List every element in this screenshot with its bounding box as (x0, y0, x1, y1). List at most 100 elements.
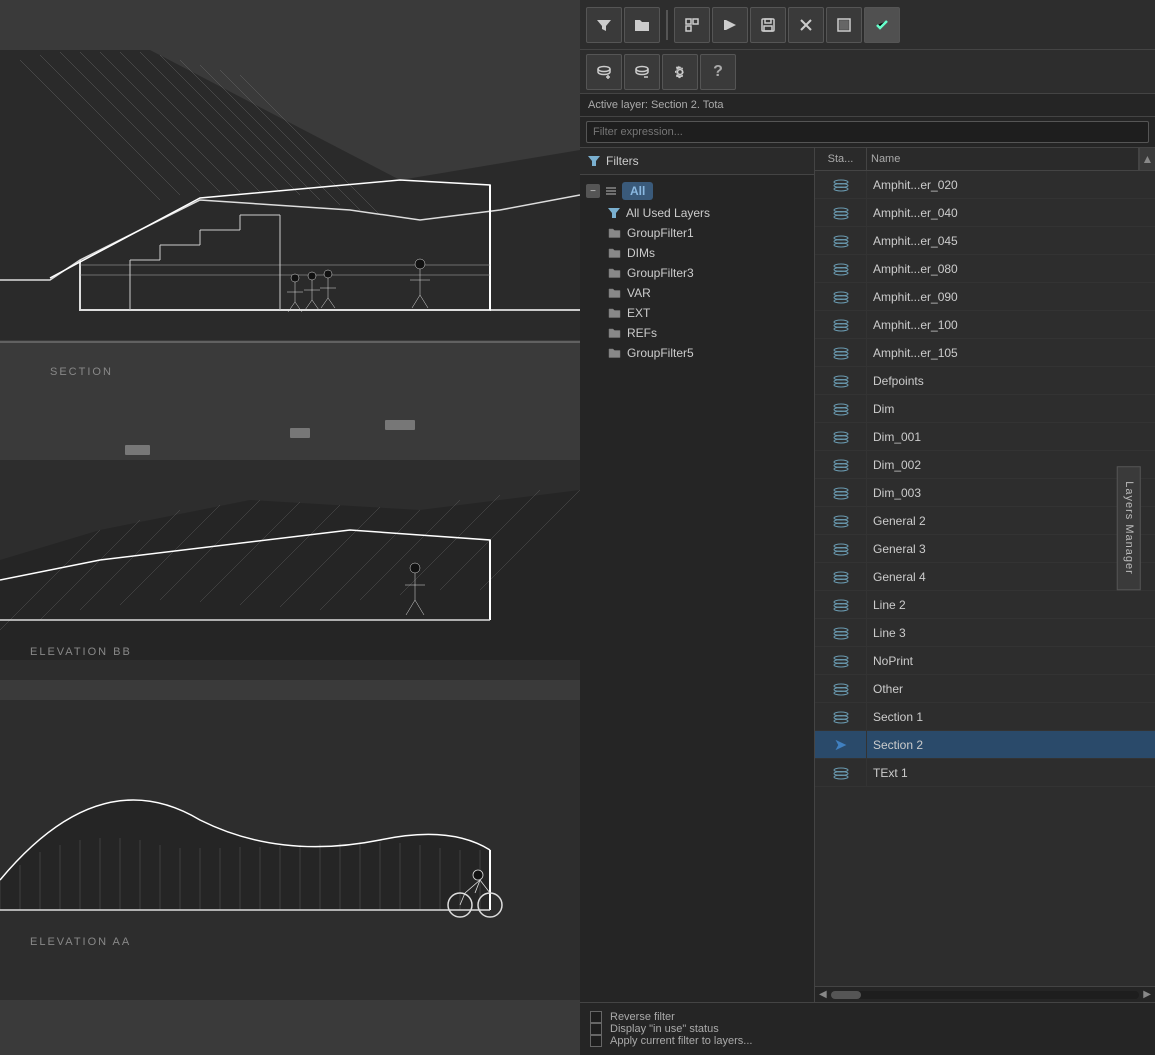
horizontal-scrollbar[interactable]: ◀ ▶ (815, 986, 1155, 1002)
filter-expression-input[interactable] (586, 121, 1149, 143)
add-layer-button[interactable] (586, 54, 622, 90)
layer-save-button[interactable] (750, 7, 786, 43)
delete-layer-button[interactable] (624, 54, 660, 90)
filter-root-row[interactable]: − All (580, 179, 814, 203)
layers-header: Sta... Name ▲ (815, 148, 1155, 171)
layer-states-button[interactable] (674, 7, 710, 43)
restore-button[interactable] (826, 7, 862, 43)
layer-row[interactable]: Dim_001 (815, 423, 1155, 451)
filter-item-group5[interactable]: GroupFilter5 (580, 343, 814, 363)
filter-item-ext[interactable]: EXT (580, 303, 814, 323)
layer-row[interactable]: Amphit...er_090 (815, 283, 1155, 311)
all-badge[interactable]: All (622, 182, 653, 200)
toolbar-row1 (580, 0, 1155, 50)
checkbox-box[interactable] (590, 1011, 602, 1023)
h-scroll-track[interactable] (831, 991, 1140, 999)
layer-stack-icon (832, 682, 850, 696)
scroll-up-button[interactable]: ▲ (1139, 148, 1155, 170)
layer-row[interactable]: Section 1 (815, 703, 1155, 731)
layer-row[interactable]: General 3 (815, 535, 1155, 563)
layer-stack-icon (832, 290, 850, 304)
filter-item-group1[interactable]: GroupFilter1 (580, 223, 814, 243)
layer-row[interactable]: Defpoints (815, 367, 1155, 395)
layer-stack-icon (832, 262, 850, 276)
filters-header: Filters (580, 148, 814, 175)
filters-tree: − All All Used Layers (580, 175, 814, 1002)
layer-name-cell: Other (867, 682, 1155, 696)
layers-manager-tab[interactable]: Layers Manager (1116, 466, 1140, 590)
layer-stack-icon (832, 626, 850, 640)
apply-button[interactable] (864, 7, 900, 43)
folder-icon (608, 347, 621, 359)
layer-row[interactable]: General 4 (815, 563, 1155, 591)
layer-status-cell (815, 563, 867, 590)
layer-status-cell (815, 311, 867, 338)
scroll-right-arrow[interactable]: ▶ (1143, 989, 1151, 1000)
layer-status-cell (815, 647, 867, 674)
layer-row[interactable]: General 2 (815, 507, 1155, 535)
layer-row[interactable]: Other (815, 675, 1155, 703)
main-content: Filters − All (580, 148, 1155, 1002)
filter-item-all-used[interactable]: All Used Layers (580, 203, 814, 223)
filters-title: Filters (606, 154, 639, 168)
filter-folder-label: EXT (627, 306, 650, 320)
checkbox-box[interactable] (590, 1023, 602, 1035)
layer-row[interactable]: Dim (815, 395, 1155, 423)
checkbox-item-reverse-filter[interactable]: Reverse filter (590, 1011, 1145, 1023)
layer-status-cell (815, 339, 867, 366)
close-button[interactable] (788, 7, 824, 43)
layer-rows-container: Amphit...er_020 Amphit...er_040 Amphit..… (815, 171, 1155, 787)
layer-row[interactable]: Line 3 (815, 619, 1155, 647)
layer-name-cell: Amphit...er_100 (867, 318, 1155, 332)
layer-row[interactable]: Amphit...er_045 (815, 227, 1155, 255)
layer-status-cell (815, 423, 867, 450)
scroll-left-arrow[interactable]: ◀ (819, 989, 827, 1000)
filter-item-dims[interactable]: DIMs (580, 243, 814, 263)
layer-stack-icon (832, 346, 850, 360)
filter-item-var[interactable]: VAR (580, 283, 814, 303)
collapse-all-button[interactable]: − (586, 184, 600, 198)
checkbox-label: Reverse filter (610, 1011, 675, 1023)
filter-label: All Used Layers (626, 206, 710, 220)
layer-row[interactable]: Amphit...er_020 (815, 171, 1155, 199)
layer-stack-icon (832, 178, 850, 192)
layer-status-cell (815, 759, 867, 786)
layer-stack-icon (832, 570, 850, 584)
checkbox-box[interactable] (590, 1035, 602, 1047)
layer-stack-icon (832, 402, 850, 416)
layer-row[interactable]: NoPrint (815, 647, 1155, 675)
drawing-area: SECTION (0, 0, 580, 1055)
layer-row[interactable]: Dim_002 (815, 451, 1155, 479)
filter-item-group3[interactable]: GroupFilter3 (580, 263, 814, 283)
layer-status-cell (815, 507, 867, 534)
layer-stack-icon (832, 542, 850, 556)
layer-name-cell: Amphit...er_090 (867, 290, 1155, 304)
filter-folder-label: REFs (627, 326, 657, 340)
h-scroll-thumb[interactable] (831, 991, 861, 999)
settings-button[interactable] (662, 54, 698, 90)
layer-row[interactable]: Amphit...er_105 (815, 339, 1155, 367)
layer-row[interactable]: TExt 1 (815, 759, 1155, 787)
layer-row[interactable]: Line 2 (815, 591, 1155, 619)
filter-item-refs[interactable]: REFs (580, 323, 814, 343)
layer-name-cell: General 4 (867, 570, 1155, 584)
layer-row[interactable]: Dim_003 (815, 479, 1155, 507)
layer-row[interactable]: ➤ Section 2 (815, 731, 1155, 759)
layer-status-cell (815, 255, 867, 282)
layer-status-cell (815, 171, 867, 198)
layers-scroll[interactable]: Amphit...er_020 Amphit...er_040 Amphit..… (815, 171, 1155, 986)
toolbar-row2: ? (580, 50, 1155, 94)
layer-row[interactable]: Amphit...er_040 (815, 199, 1155, 227)
folder-button[interactable] (624, 7, 660, 43)
layer-status-cell (815, 619, 867, 646)
layer-row[interactable]: Amphit...er_080 (815, 255, 1155, 283)
layer-name-cell: General 3 (867, 542, 1155, 556)
checkbox-item-apply-current[interactable]: Apply current filter to layers... (590, 1035, 1145, 1047)
layer-row[interactable]: Amphit...er_100 (815, 311, 1155, 339)
layer-prev-button[interactable] (712, 7, 748, 43)
filter-button[interactable] (586, 7, 622, 43)
bottom-options: Reverse filter Display "in use" status A… (580, 1002, 1155, 1055)
layer-name-cell: Amphit...er_080 (867, 262, 1155, 276)
help-button[interactable]: ? (700, 54, 736, 90)
checkbox-item-display-in-use[interactable]: Display "in use" status (590, 1023, 1145, 1035)
